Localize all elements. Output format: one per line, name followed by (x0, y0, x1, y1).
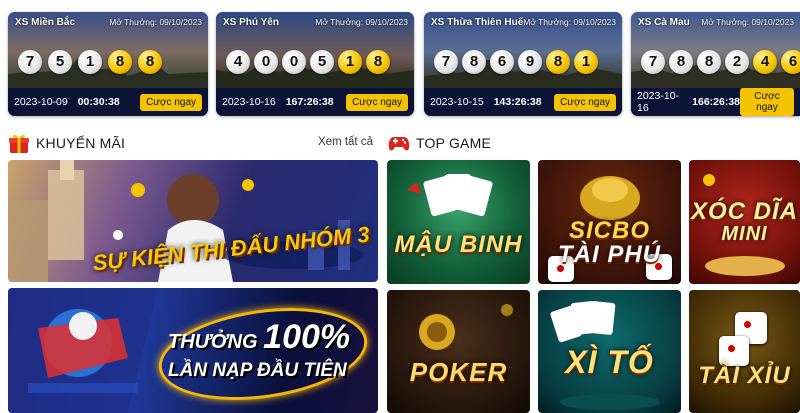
lottery-name: XS Thừa Thiên Huế (431, 17, 524, 28)
result-ball: 6 (781, 50, 800, 74)
open-date: Mở Thưởng: 09/10/2023 (523, 17, 617, 27)
open-date: Mở Thưởng: 09/10/2023 (701, 17, 794, 27)
countdown-timer: 167:26:38 (285, 96, 334, 108)
game-name: POKER (409, 356, 508, 387)
see-all-link[interactable]: Xem tất cả (318, 136, 373, 148)
game-tile-xoc-dia-mini[interactable]: XÓC DĨA MINI (689, 160, 800, 284)
countdown-timer: 00:30:38 (77, 96, 120, 108)
result-ball: 5 (48, 50, 72, 74)
draw-date: 2023-10-16 (637, 90, 680, 114)
result-ball: 7 (641, 50, 665, 74)
card-header: XS Thừa Thiên Huế Mở Thưởng: 09/10/2023 (431, 17, 616, 28)
open-date: Mở Thưởng: 09/10/2023 (315, 17, 408, 27)
lottery-name: XS Miền Bắc (15, 17, 76, 28)
top-game-header: TOP GAME (388, 132, 491, 154)
lottery-name: XS Phú Yên (223, 17, 279, 28)
game-name: SICBO TÀI PHÚ (558, 219, 661, 267)
game-tile-tai-xiu[interactable]: TÀI XỈU (689, 290, 800, 413)
result-ball: 0 (282, 50, 306, 74)
bet-now-button[interactable]: Cược ngay (140, 93, 202, 111)
result-ball: 8 (366, 50, 390, 74)
result-ball: 8 (697, 50, 721, 74)
promo-banner-first-deposit[interactable]: THƯỞNG 100% LẦN NẠP ĐẦU TIÊN (8, 288, 378, 413)
result-balls: 4 0 0 5 1 8 (226, 50, 390, 74)
card-footer: 2023-10-09 00:30:38 Cược ngay (8, 88, 208, 116)
game-tile-xi-to[interactable]: XÌ TỐ (538, 290, 681, 413)
result-ball: 0 (254, 50, 278, 74)
promotions-header: KHUYẾN MÃI (8, 132, 125, 154)
playing-cards-art (407, 174, 493, 217)
game-name: XÓC DĨA MINI (690, 198, 798, 245)
card-header: XS Phú Yên Mở Thưởng: 09/10/2023 (223, 17, 408, 28)
promo-banner-tournament[interactable]: SỰ KIỆN THI ĐẤU NHÓM 3 (8, 160, 378, 282)
bet-now-button[interactable]: Cược ngay (554, 93, 616, 111)
result-ball: 8 (669, 50, 693, 74)
lottery-card-thua-thien-hue[interactable]: XS Thừa Thiên Huế Mở Thưởng: 09/10/2023 … (424, 12, 622, 116)
result-ball: 4 (226, 50, 250, 74)
promo-bonus-label: THƯỞNG (168, 331, 258, 353)
result-ball: 1 (78, 50, 102, 74)
bet-now-button[interactable]: Cược ngay (346, 93, 408, 111)
page: XS Miền Bắc Mở Thưởng: 09/10/2023 7 5 1 … (0, 0, 800, 413)
result-ball: 2 (725, 50, 749, 74)
bet-now-button[interactable]: Cược ngay (740, 88, 794, 116)
result-ball: 5 (310, 50, 334, 74)
game-tile-poker[interactable]: POKER (387, 290, 530, 413)
promo-bonus-percent: 100% (263, 318, 351, 356)
result-ball: 8 (546, 50, 570, 74)
game-name-line2: MINI (721, 223, 768, 245)
result-ball: 7 (434, 50, 458, 74)
result-ball: 1 (338, 50, 362, 74)
draw-date: 2023-10-15 (430, 96, 484, 108)
game-name: XÌ TỐ (565, 343, 654, 380)
game-tile-mau-binh[interactable]: MẬU BINH (387, 160, 530, 284)
card-footer: 2023-10-16 167:26:38 Cược ngay (216, 88, 414, 116)
result-ball: 4 (753, 50, 777, 74)
result-ball: 8 (138, 50, 162, 74)
lottery-card-phu-yen[interactable]: XS Phú Yên Mở Thưởng: 09/10/2023 4 0 0 5… (216, 12, 414, 116)
result-ball: 8 (462, 50, 486, 74)
game-name-line2: TÀI PHÚ (558, 241, 661, 268)
countdown-timer: 143:26:38 (493, 96, 542, 108)
gamepad-icon (388, 137, 410, 151)
game-name: TÀI XỈU (698, 361, 791, 389)
countdown-timer: 166:26:38 (692, 96, 741, 108)
lottery-name: XS Cà Mau (638, 17, 690, 28)
game-tile-sicbo-tai-phu[interactable]: SICBO TÀI PHÚ (538, 160, 681, 284)
game-name-line1: XÓC DĨA (690, 198, 798, 225)
result-balls: 7 8 8 2 4 6 (641, 50, 800, 74)
card-footer: 2023-10-16 166:26:38 Cược ngay (631, 88, 800, 116)
section-title-promotions: KHUYẾN MÃI (36, 135, 126, 151)
card-footer: 2023-10-15 143:26:38 Cược ngay (424, 88, 622, 116)
promo-subtitle-first-deposit: LẦN NẠP ĐẦU TIÊN (168, 360, 347, 381)
open-date: Mở Thưởng: 09/10/2023 (109, 17, 202, 27)
result-balls: 7 5 1 8 8 (18, 50, 162, 74)
lottery-card-mien-bac[interactable]: XS Miền Bắc Mở Thưởng: 09/10/2023 7 5 1 … (8, 12, 208, 116)
result-ball: 9 (518, 50, 542, 74)
poker-chip-art (419, 304, 513, 350)
game-name-line1: SICBO (568, 217, 650, 244)
result-balls: 7 8 6 9 8 1 (434, 50, 598, 74)
result-ball: 1 (574, 50, 598, 74)
card-header: XS Cà Mau Mở Thưởng: 09/10/2023 (638, 17, 794, 28)
promo-title-bonus: THƯỞNG 100% (168, 318, 350, 357)
result-ball: 6 (490, 50, 514, 74)
lottery-results-row: XS Miền Bắc Mở Thưởng: 09/10/2023 7 5 1 … (0, 12, 800, 118)
section-title-top-game: TOP GAME (416, 135, 491, 151)
gift-icon (9, 134, 29, 153)
draw-date: 2023-10-16 (222, 96, 276, 108)
lottery-card-ca-mau[interactable]: XS Cà Mau Mở Thưởng: 09/10/2023 7 8 8 2 … (631, 12, 800, 116)
card-header: XS Miền Bắc Mở Thưởng: 09/10/2023 (15, 17, 202, 28)
draw-date: 2023-10-09 (14, 96, 68, 108)
result-ball: 8 (108, 50, 132, 74)
result-ball: 7 (18, 50, 42, 74)
